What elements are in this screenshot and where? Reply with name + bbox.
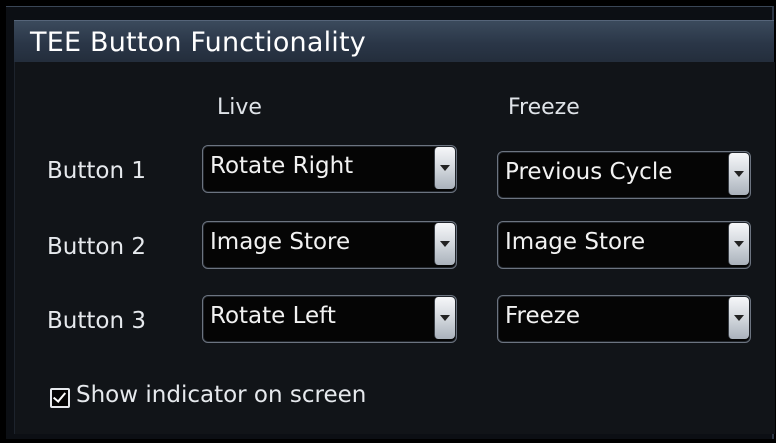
- select-value: Image Store: [505, 229, 646, 255]
- column-header-freeze: Freeze: [508, 95, 580, 120]
- select-value: Rotate Left: [210, 303, 336, 329]
- select-value: Image Store: [210, 229, 351, 255]
- checkmark-icon: [52, 389, 67, 403]
- button-1-freeze-select[interactable]: Previous Cycle: [497, 151, 751, 199]
- column-header-live: Live: [217, 95, 262, 120]
- row-label-button-2: Button 2: [47, 234, 146, 260]
- dropdown-button[interactable]: [728, 223, 749, 265]
- show-indicator-checkbox[interactable]: [50, 388, 70, 408]
- panel-title: TEE Button Functionality: [30, 27, 366, 58]
- dropdown-button[interactable]: [434, 297, 455, 339]
- chevron-down-icon: [440, 315, 450, 321]
- button-3-live-select[interactable]: Rotate Left: [202, 295, 457, 343]
- chevron-down-icon: [440, 241, 450, 247]
- chevron-down-icon: [734, 171, 744, 177]
- chevron-down-icon: [734, 315, 744, 321]
- show-indicator-label[interactable]: Show indicator on screen: [76, 382, 366, 408]
- dropdown-button[interactable]: [728, 153, 749, 195]
- select-value: Rotate Right: [210, 153, 354, 179]
- chevron-down-icon: [440, 165, 450, 171]
- panel-header: TEE Button Functionality: [14, 20, 774, 63]
- dropdown-button[interactable]: [434, 147, 455, 189]
- chevron-down-icon: [734, 241, 744, 247]
- button-3-freeze-select[interactable]: Freeze: [497, 295, 751, 343]
- dropdown-button[interactable]: [434, 223, 455, 265]
- dropdown-button[interactable]: [728, 297, 749, 339]
- row-label-button-1: Button 1: [47, 158, 146, 184]
- select-value: Previous Cycle: [505, 159, 673, 185]
- button-2-freeze-select[interactable]: Image Store: [497, 221, 751, 269]
- button-1-live-select[interactable]: Rotate Right: [202, 145, 457, 193]
- select-value: Freeze: [505, 303, 581, 329]
- button-2-live-select[interactable]: Image Store: [202, 221, 457, 269]
- row-label-button-3: Button 3: [47, 308, 146, 334]
